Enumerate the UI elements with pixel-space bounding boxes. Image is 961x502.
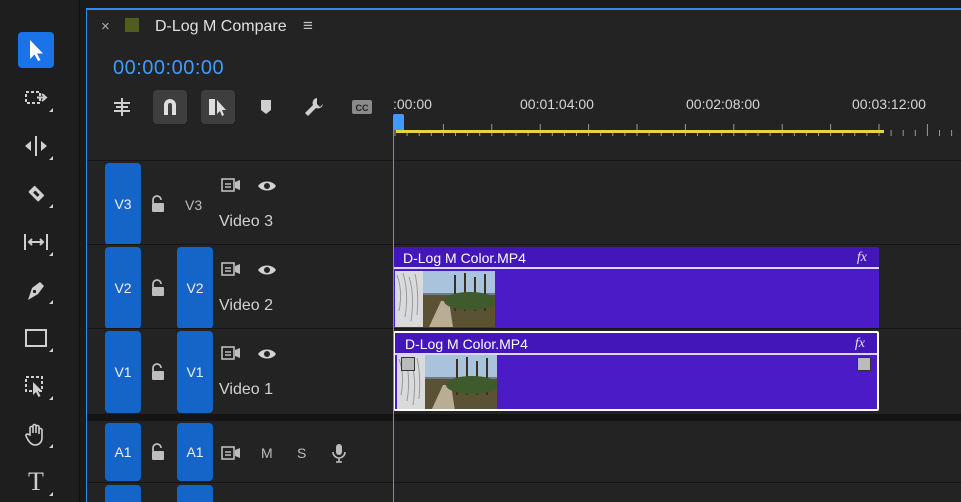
- marker-icon: [261, 100, 271, 114]
- clip-thumbnail: [395, 271, 495, 327]
- ruler-label: 00:02:08:00: [686, 96, 760, 112]
- eye-icon[interactable]: [257, 263, 277, 277]
- wrench-icon: [305, 98, 323, 116]
- captions-button[interactable]: CC: [345, 90, 379, 124]
- solo-button[interactable]: S: [297, 445, 306, 461]
- track-target-v1[interactable]: V1: [105, 331, 141, 413]
- slip-icon: [24, 234, 48, 250]
- ruler-label: 00:03:12:00: [852, 96, 926, 112]
- hand-icon: [25, 423, 43, 446]
- track-target-a1[interactable]: A1: [105, 423, 141, 481]
- snap-magnet-icon: [164, 99, 176, 115]
- rectangle-tool[interactable]: [18, 320, 54, 356]
- close-tab-icon[interactable]: ×: [101, 18, 110, 35]
- lock-open-icon[interactable]: [149, 279, 167, 297]
- playhead-timecode[interactable]: 00:00:00:00: [113, 57, 224, 80]
- pen-tool[interactable]: [18, 272, 54, 308]
- clip-end-handle-icon[interactable]: [857, 357, 871, 371]
- playhead-line[interactable]: [393, 130, 394, 502]
- zoom-select-icon: [25, 376, 43, 397]
- clip-name: D-Log M Color.MP4: [405, 336, 528, 352]
- sequence-title: D-Log M Compare: [155, 18, 287, 35]
- ruler-label: :00:00: [393, 96, 432, 112]
- sync-lock-icon[interactable]: [221, 345, 241, 361]
- fx-badge-icon[interactable]: fx: [857, 250, 867, 266]
- panel-menu-icon[interactable]: ≡: [303, 16, 313, 36]
- track-a2: [87, 482, 961, 502]
- track-target-a2[interactable]: [105, 485, 141, 502]
- mute-button[interactable]: M: [261, 445, 273, 461]
- razor-tool[interactable]: [18, 176, 54, 212]
- clip-v1[interactable]: D-Log M Color.MP4 fx: [393, 331, 879, 411]
- fx-badge-icon[interactable]: fx: [855, 336, 865, 352]
- pen-icon: [28, 282, 44, 300]
- clip-name: D-Log M Color.MP4: [403, 250, 526, 266]
- track-v3: V3 V3 Video 3: [87, 160, 961, 245]
- zoom-select-tool[interactable]: [18, 368, 54, 404]
- type-tool[interactable]: T: [18, 464, 54, 500]
- clip-header: D-Log M Color.MP4 fx: [393, 247, 879, 269]
- sync-lock-icon[interactable]: [221, 445, 241, 461]
- microphone-icon[interactable]: [331, 443, 347, 463]
- rectangle-icon: [25, 329, 47, 347]
- type-icon: T: [28, 467, 44, 496]
- eye-icon[interactable]: [257, 347, 277, 361]
- razor-icon: [28, 185, 45, 202]
- lock-open-icon[interactable]: [149, 363, 167, 381]
- track-v2: V2 V2 Video 2 D-Log M Color.MP4 fx: [87, 244, 961, 329]
- nest-toggle-button[interactable]: [105, 90, 139, 124]
- track-label: Video 3: [219, 213, 273, 230]
- source-patch-v1[interactable]: V1: [177, 331, 213, 413]
- add-marker-button[interactable]: [249, 90, 283, 124]
- playhead-handle[interactable]: [393, 114, 404, 130]
- clip-start-handle-icon[interactable]: [401, 357, 415, 371]
- linked-selection-icon: [209, 99, 226, 116]
- track-v1: V1 V1 Video 1 D-Log M Color.MP4 fx: [87, 328, 961, 414]
- insert-overwrite-icon: [114, 98, 130, 116]
- timeline-panel: × D-Log M Compare ≡ 00:00:00:00 CC :00:0…: [86, 8, 961, 502]
- source-patch-v2[interactable]: V2: [177, 247, 213, 329]
- label-color-swatch: [125, 18, 139, 32]
- tools-panel: T: [0, 0, 80, 502]
- sequence-tab[interactable]: × D-Log M Compare ≡: [87, 10, 961, 44]
- time-ruler[interactable]: :00:00 00:01:04:00 00:02:08:00 00:03:12:…: [393, 90, 961, 140]
- snap-button[interactable]: [153, 90, 187, 124]
- ripple-edit-icon: [25, 136, 47, 156]
- timeline-settings-button[interactable]: [297, 90, 331, 124]
- eye-icon[interactable]: [257, 179, 277, 193]
- track-target-v2[interactable]: V2: [105, 247, 141, 329]
- track-select-icon: [25, 91, 48, 104]
- lock-open-icon[interactable]: [149, 195, 167, 213]
- hand-tool[interactable]: [18, 416, 54, 452]
- closed-captions-icon: CC: [352, 100, 372, 114]
- ruler-label: 00:01:04:00: [520, 96, 594, 112]
- track-a1: A1 A1 M S: [87, 420, 961, 482]
- slip-tool[interactable]: [18, 224, 54, 260]
- track-name-short: V3: [185, 197, 203, 213]
- sync-lock-icon[interactable]: [221, 261, 241, 277]
- ripple-edit-tool[interactable]: [18, 128, 54, 164]
- svg-text:CC: CC: [356, 103, 369, 113]
- selection-tool[interactable]: [18, 32, 54, 68]
- track-select-tool[interactable]: [18, 80, 54, 116]
- clip-header: D-Log M Color.MP4 fx: [395, 333, 877, 355]
- lock-open-icon[interactable]: [149, 443, 167, 461]
- clip-v2[interactable]: D-Log M Color.MP4 fx: [393, 247, 879, 329]
- track-target-v3[interactable]: V3: [105, 163, 141, 245]
- arrow-cursor-icon: [30, 40, 43, 61]
- linked-selection-button[interactable]: [201, 90, 235, 124]
- sync-lock-icon[interactable]: [221, 177, 241, 193]
- work-area-bar[interactable]: [396, 130, 884, 133]
- track-label: Video 2: [219, 297, 273, 314]
- source-patch-a1[interactable]: A1: [177, 423, 213, 481]
- track-label: Video 1: [219, 381, 273, 398]
- source-patch-a2[interactable]: [177, 485, 213, 502]
